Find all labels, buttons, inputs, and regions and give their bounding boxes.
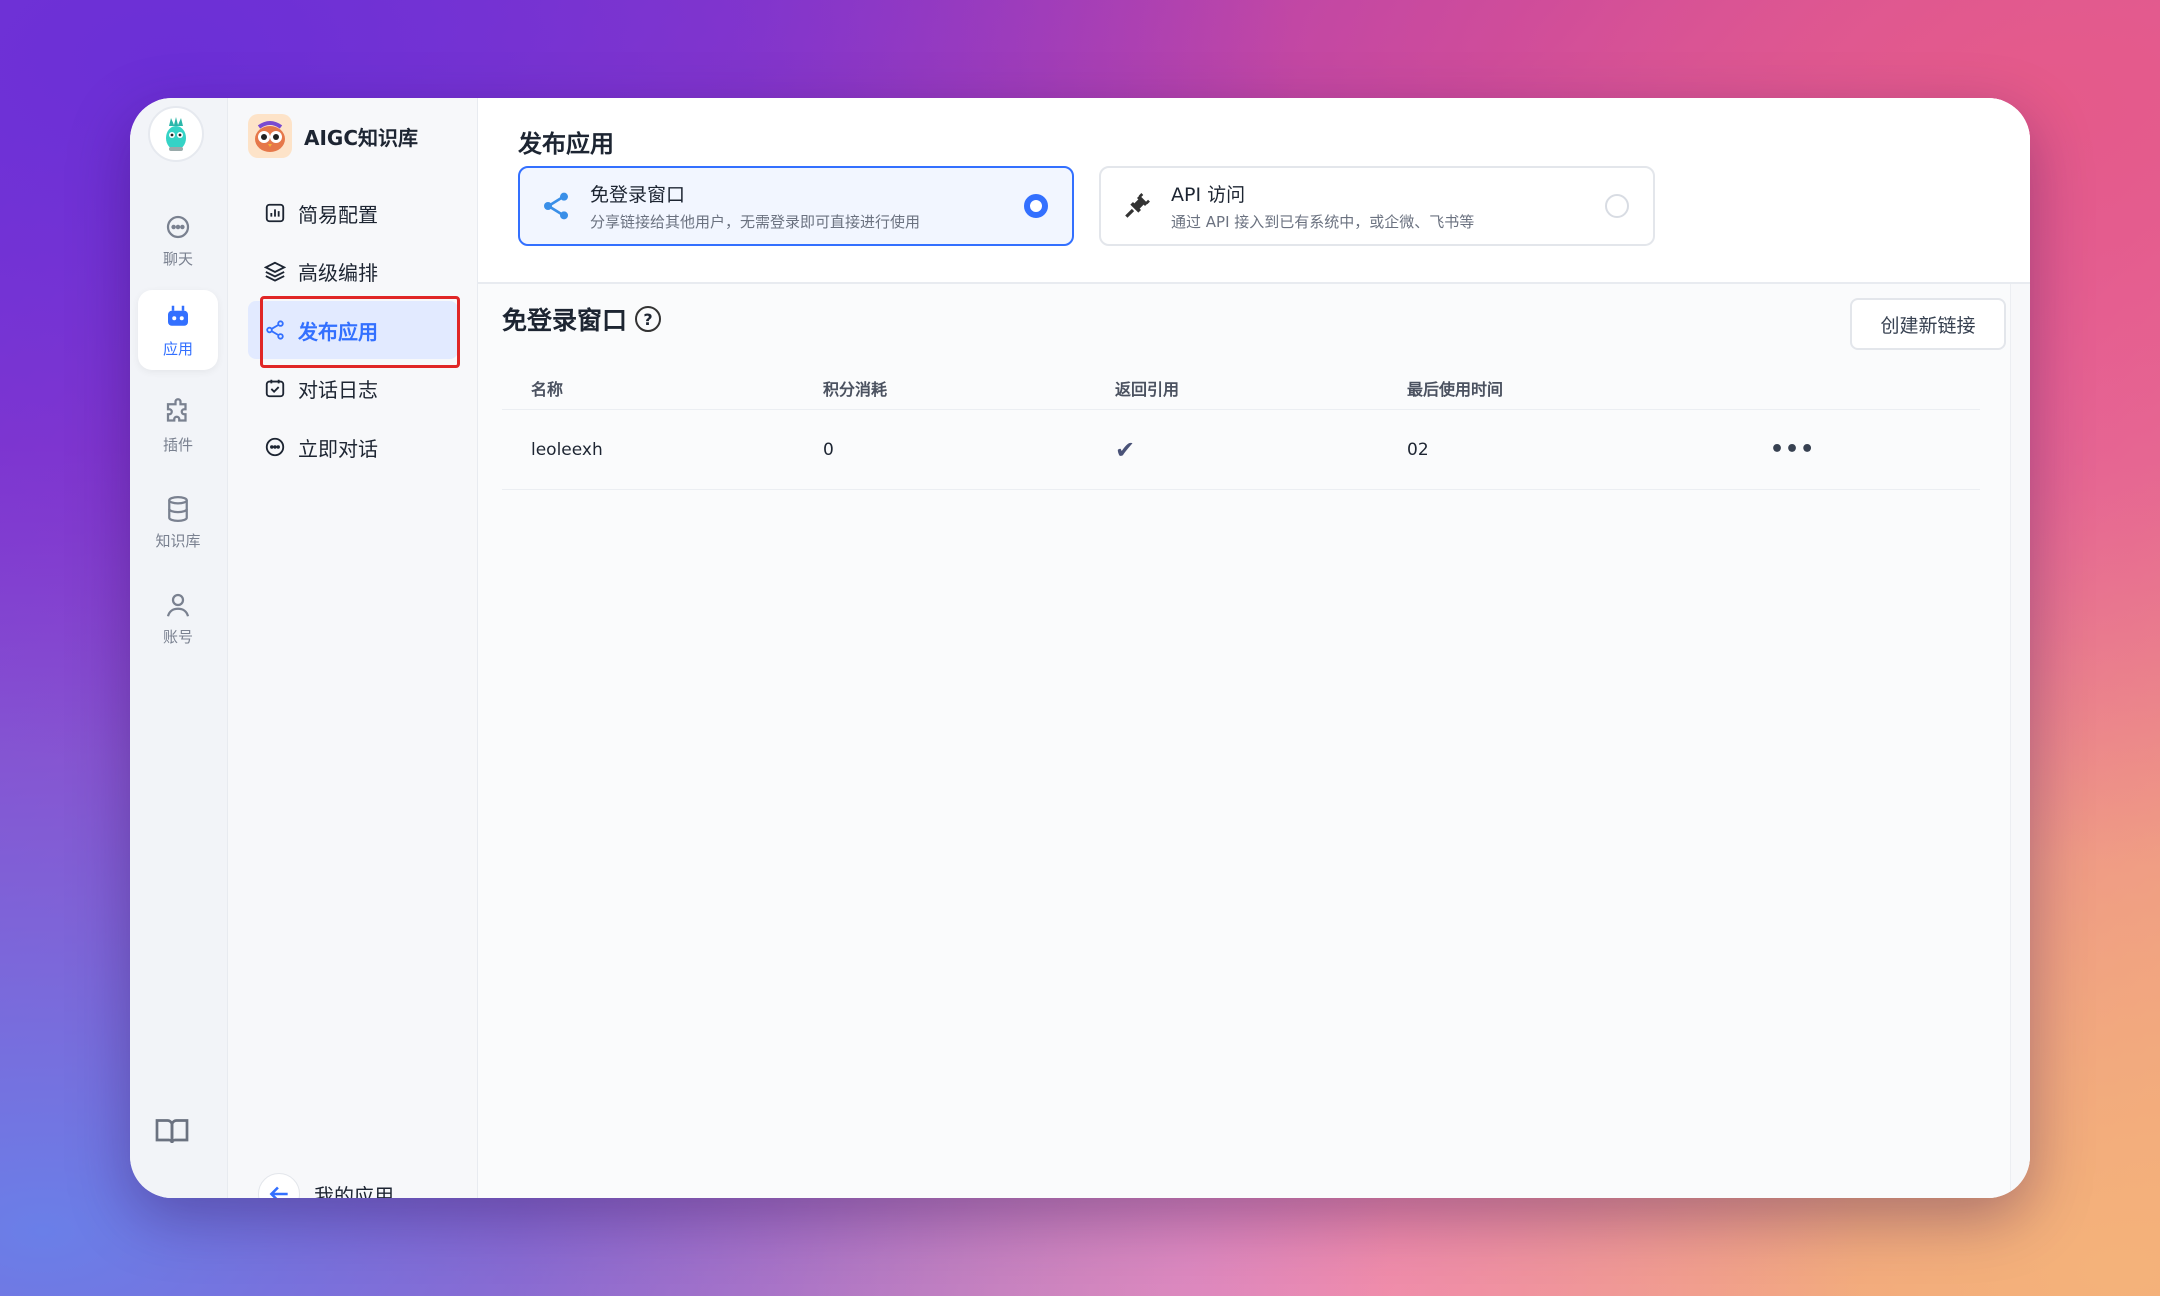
puzzle-icon: [166, 397, 187, 422]
rail-item-chat[interactable]: 聊天: [138, 200, 218, 280]
col-last-used: 最后使用时间: [1407, 379, 1504, 399]
help-icon[interactable]: ?: [635, 306, 662, 332]
more-options-icon[interactable]: •••: [1758, 437, 1815, 462]
robot-icon: [168, 305, 188, 326]
main-content: 发布应用 免登录窗口 分享链接给其他用户，无需登录即可直接进行使用 API 访问…: [478, 98, 2030, 1198]
app-name: AIGC知识库: [304, 125, 419, 150]
card-desc: 通过 API 接入到已有系统中，或企微、飞书等: [1171, 213, 1475, 231]
back-label: 我的应用: [314, 1183, 394, 1199]
publish-header: 发布应用 免登录窗口 分享链接给其他用户，无需登录即可直接进行使用 API 访问…: [478, 98, 2030, 284]
col-points: 积分消耗: [823, 379, 888, 399]
card-text: 免登录窗口 分享链接给其他用户，无需登录即可直接进行使用: [590, 180, 920, 232]
card-desc: 分享链接给其他用户，无需登录即可直接进行使用: [590, 213, 921, 231]
create-link-button[interactable]: 创建新链接: [1850, 298, 2006, 350]
app-header: AIGC知识库: [248, 114, 418, 158]
nav-item-advanced[interactable]: 高级编排: [248, 242, 458, 300]
table-row[interactable]: leoleexh 0 ✔ 02 •••: [502, 410, 1980, 490]
highlight-box: [260, 296, 460, 368]
page-title: 发布应用: [518, 130, 614, 158]
back-to-my-apps[interactable]: 我的应用: [258, 1173, 394, 1198]
rail-item-account[interactable]: 账号: [138, 578, 218, 658]
card-title: API 访问: [1171, 184, 1246, 206]
plug-icon: [1125, 193, 1150, 218]
chat-bubble-icon: [265, 437, 285, 457]
radio-unselected[interactable]: [1605, 194, 1629, 218]
icon-rail: 聊天 应用 插件 知识库 账号: [130, 98, 228, 1198]
col-name: 名称: [531, 379, 564, 399]
radio-selected[interactable]: [1024, 194, 1048, 218]
card-title: 免登录窗口: [590, 184, 686, 206]
layers-icon: [264, 261, 286, 282]
rail-item-plugins[interactable]: 插件: [138, 386, 218, 466]
rail-label-account: 账号: [162, 627, 193, 646]
nav-label: 简易配置: [298, 202, 378, 227]
nav-item-simple-config[interactable]: 简易配置: [248, 184, 458, 242]
app-logo: [248, 114, 292, 158]
app-sidebar: AIGC知识库 简易配置 高级编排 发布应用 对话日志 立即对话 我的应用: [228, 98, 478, 1198]
arrow-left-icon: [258, 1173, 300, 1198]
chat-icon: [166, 215, 190, 238]
user-icon: [166, 593, 190, 617]
nav-item-chat-now[interactable]: 立即对话: [248, 418, 458, 476]
app-window: 聊天 应用 插件 知识库 账号 AIGC知识库 简易配置 高级编排 发布应用 对…: [130, 98, 2030, 1198]
nav-label: 高级编排: [298, 260, 378, 285]
avatar-icon: [166, 117, 186, 151]
card-no-login-window[interactable]: 免登录窗口 分享链接给其他用户，无需登录即可直接进行使用: [518, 166, 1074, 246]
section-title: 免登录窗口 ?: [502, 301, 662, 337]
chart-icon: [265, 203, 285, 223]
table-header: 名称 积分消耗 返回引用 最后使用时间: [502, 366, 1980, 410]
calendar-icon: [265, 379, 285, 398]
rail-label-chat: 聊天: [162, 249, 193, 268]
check-icon: ✔: [1115, 435, 1136, 464]
rail-item-apps[interactable]: 应用: [138, 290, 218, 370]
user-avatar[interactable]: [148, 106, 204, 162]
nav-label: 对话日志: [298, 377, 378, 402]
scrollbar[interactable]: [2010, 284, 2030, 1198]
nav-item-chat-logs[interactable]: 对话日志: [248, 359, 458, 417]
database-icon: [168, 495, 188, 522]
cell-points: 0: [823, 439, 834, 460]
share-icon: [544, 192, 568, 220]
card-api-access[interactable]: API 访问 通过 API 接入到已有系统中，或企微、飞书等: [1099, 166, 1655, 246]
rail-item-knowledge[interactable]: 知识库: [138, 482, 218, 562]
card-text: API 访问 通过 API 接入到已有系统中，或企微、飞书等: [1171, 180, 1474, 232]
rail-label-apps: 应用: [162, 339, 193, 358]
cell-last-used: 02: [1407, 439, 1429, 460]
cell-name: leoleexh: [531, 439, 603, 460]
rail-label-knowledge: 知识库: [155, 531, 201, 550]
owl-icon: [255, 121, 285, 152]
nav-label: 立即对话: [298, 436, 378, 461]
book-icon[interactable]: [154, 1113, 190, 1149]
col-return-ref: 返回引用: [1115, 379, 1180, 399]
links-table: 名称 积分消耗 返回引用 最后使用时间 leoleexh 0 ✔ 02 •••: [502, 366, 1980, 490]
section-title-text: 免登录窗口: [502, 306, 628, 335]
rail-label-plugins: 插件: [162, 435, 193, 454]
